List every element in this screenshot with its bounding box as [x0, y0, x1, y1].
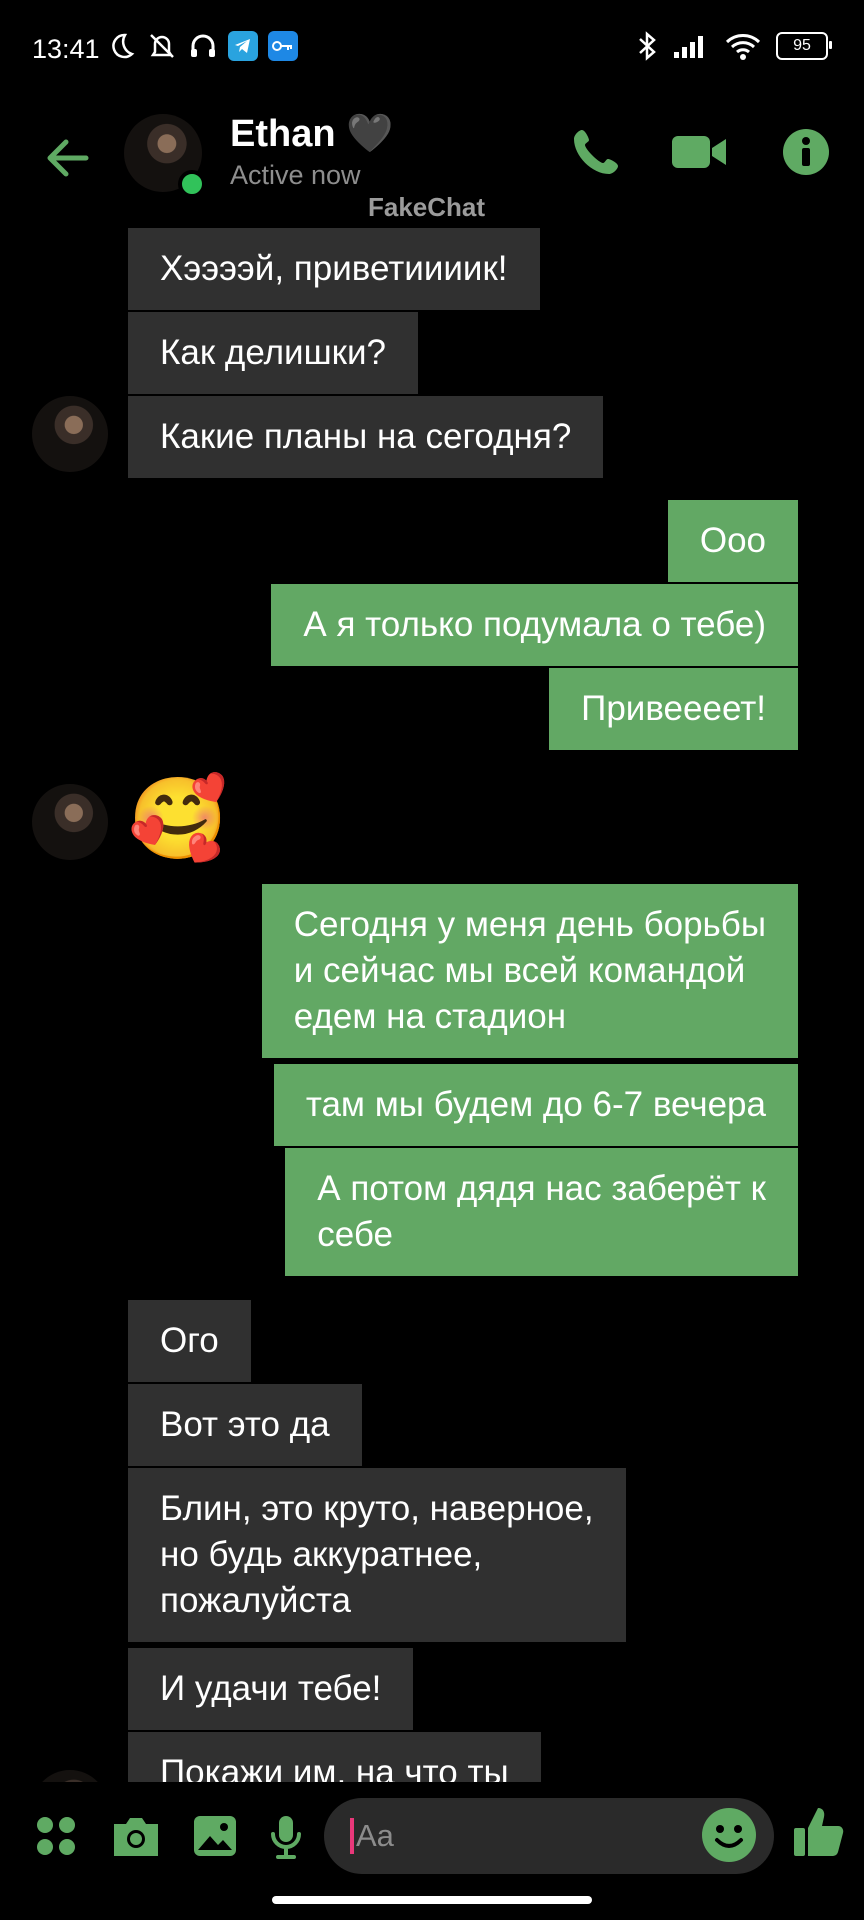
message-input[interactable]: Aa: [324, 1798, 774, 1874]
message-bubble-incoming[interactable]: Как делишки?: [128, 312, 418, 394]
message-bubble-incoming[interactable]: Ого: [128, 1300, 251, 1382]
battery-level: 95: [793, 37, 811, 54]
text-cursor: [350, 1818, 354, 1854]
sender-avatar: [32, 1770, 108, 1782]
message-input-placeholder: Aa: [356, 1818, 394, 1853]
telegram-icon: [228, 31, 258, 61]
phone-icon[interactable]: [568, 124, 624, 180]
composer-bar: Aa: [0, 1790, 864, 1880]
bell-off-icon: [150, 34, 174, 58]
message-bubble-outgoing[interactable]: Ооо: [667, 500, 798, 582]
thumbs-up-icon[interactable]: [792, 1804, 846, 1860]
watermark-label: FakeChat: [368, 192, 486, 222]
message-list[interactable]: Хээээй, приветиииик! Как делишки? Какие …: [0, 222, 864, 1782]
moon-icon: [112, 33, 135, 59]
contact-name[interactable]: Ethan 🖤: [230, 112, 393, 156]
status-icons-left: [106, 30, 298, 62]
message-bubble-outgoing[interactable]: А я только подумала о тебе): [271, 584, 798, 666]
message-line: едем на стадион: [293, 997, 567, 1036]
message-bubble-incoming[interactable]: Хээээй, приветиииик!: [128, 228, 540, 310]
black-heart-icon: 🖤: [346, 113, 394, 155]
bluetooth-icon: [639, 31, 656, 61]
message-bubble-outgoing[interactable]: Привеееет!: [549, 668, 798, 750]
video-call-icon[interactable]: [670, 128, 730, 176]
sender-avatar: [32, 784, 108, 860]
status-bar: 13:41 95: [0, 0, 864, 100]
back-arrow-icon[interactable]: [40, 130, 96, 186]
sender-avatar: [32, 396, 108, 472]
message-bubble-incoming[interactable]: Вот это да: [128, 1384, 362, 1466]
message-line: и сейчас мы всей командой: [293, 951, 746, 990]
message-emoji-incoming[interactable]: 🥰: [128, 774, 228, 864]
message-bubble-outgoing[interactable]: А потом дядя нас заберёт к себе: [285, 1148, 798, 1276]
message-bubble-outgoing[interactable]: Сегодня у меня день борьбы и сейчас мы в…: [261, 884, 798, 1058]
online-indicator: [178, 170, 206, 198]
message-line: А потом дядя нас заберёт к: [317, 1169, 766, 1208]
message-bubble-outgoing[interactable]: там мы будем до 6-7 вечера: [273, 1064, 798, 1146]
headphones-icon: [191, 34, 215, 57]
status-icons-right: 95: [636, 30, 832, 62]
message-bubble-incoming[interactable]: Блин, это круто, наверное, но будь аккур…: [128, 1468, 626, 1642]
message-line: пожалуйста: [160, 1581, 351, 1620]
camera-icon[interactable]: [110, 1814, 162, 1858]
wifi-icon: [725, 34, 761, 60]
contact-name-text: Ethan: [230, 113, 336, 155]
message-bubble-incoming[interactable]: Какие планы на сегодня?: [128, 396, 604, 478]
info-icon[interactable]: [782, 128, 830, 176]
contact-status: Active now: [230, 160, 361, 190]
message-bubble-incoming[interactable]: Покажи им, на что ты: [128, 1732, 541, 1782]
message-line: Блин, это круто, наверное,: [160, 1489, 594, 1528]
message-line: Сегодня у меня день борьбы: [293, 905, 766, 944]
signal-icon: [674, 36, 703, 58]
message-line: себе: [317, 1215, 393, 1254]
microphone-icon[interactable]: [268, 1814, 304, 1860]
message-bubble-incoming[interactable]: И удачи тебе!: [128, 1648, 414, 1730]
apps-grid-icon[interactable]: [34, 1814, 78, 1858]
status-time: 13:41: [32, 34, 100, 64]
home-indicator[interactable]: [272, 1896, 592, 1904]
key-icon: [268, 31, 298, 61]
message-line: но будь аккуратнее,: [160, 1535, 483, 1574]
emoji-picker-icon[interactable]: [700, 1806, 758, 1864]
gallery-icon[interactable]: [192, 1814, 238, 1858]
battery-icon: 95: [776, 32, 832, 60]
